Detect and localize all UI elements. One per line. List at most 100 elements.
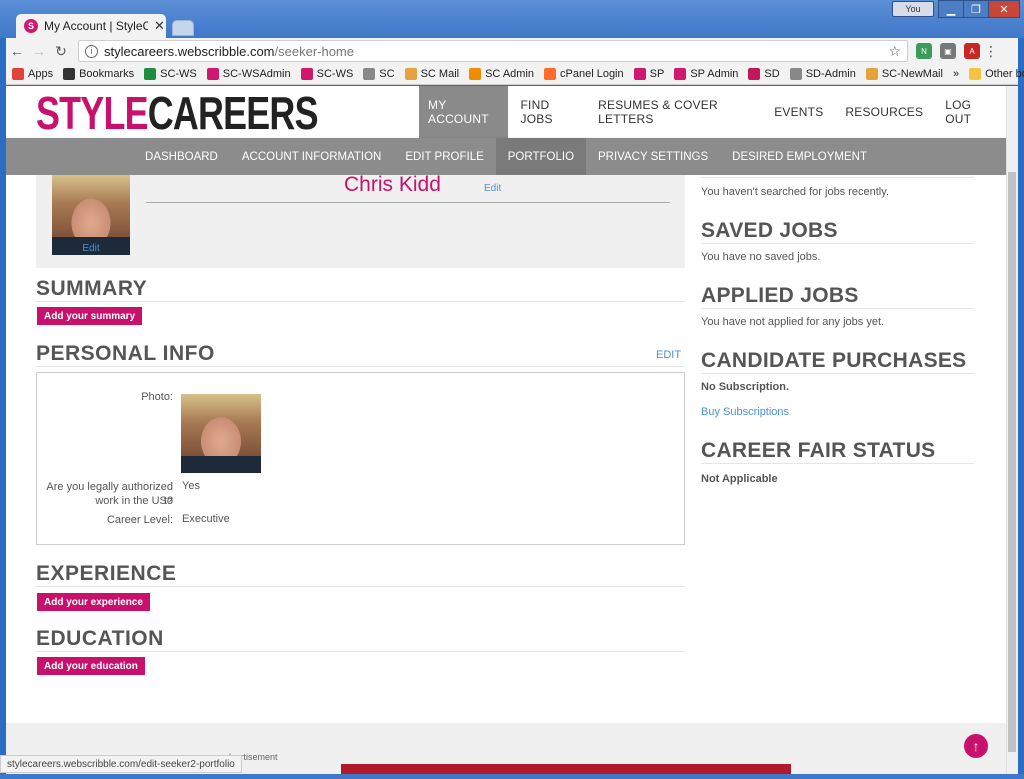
reload-icon[interactable]: ↻ bbox=[50, 43, 72, 60]
bookmark-label: SC-WSAdmin bbox=[222, 68, 291, 80]
bookmark-item[interactable]: SC-WSAdmin bbox=[206, 68, 291, 80]
career-level-label: Career Level: bbox=[106, 514, 173, 526]
candidate-purchases-heading: CANDIDATE PURCHASES bbox=[701, 349, 974, 374]
subnav-item[interactable]: PORTFOLIO bbox=[495, 138, 587, 175]
saved-jobs-heading: SAVED JOBS bbox=[701, 219, 974, 244]
subnav-item[interactable]: DESIRED EMPLOYMENT bbox=[720, 138, 879, 175]
back-arrow-icon[interactable]: ← bbox=[6, 43, 28, 59]
site-header: STYLECAREERS MY ACCOUNT FIND JOBS RESUMES … bbox=[6, 86, 1006, 138]
authorized-label-line2: work in the US? bbox=[95, 495, 173, 507]
personal-info-edit-link[interactable]: EDIT bbox=[656, 349, 681, 361]
bookmark-item[interactable]: SC Mail bbox=[404, 68, 460, 80]
minimize-button[interactable]: ▁ bbox=[938, 0, 964, 18]
education-heading: EDUCATION bbox=[36, 627, 685, 652]
advertisement-banner[interactable] bbox=[341, 764, 791, 774]
site-logo[interactable]: STYLECAREERS bbox=[36, 87, 319, 139]
scroll-to-top-icon[interactable]: ↑ bbox=[964, 734, 988, 758]
bookmark-item[interactable]: SC-NewMail bbox=[865, 68, 943, 80]
logo-part-style: STYLE bbox=[36, 87, 149, 139]
add-education-button[interactable]: Add your education bbox=[37, 657, 145, 675]
forward-arrow-icon[interactable]: → bbox=[28, 43, 50, 59]
info-icon[interactable]: i bbox=[85, 44, 98, 58]
tab-title: My Account | StyleCareer bbox=[44, 19, 148, 33]
bookmarks-overflow-icon[interactable]: » bbox=[953, 68, 959, 80]
extension-pdf-icon[interactable]: A bbox=[964, 43, 980, 59]
add-experience-button[interactable]: Add your experience bbox=[37, 593, 150, 611]
folder-icon bbox=[969, 68, 982, 80]
address-bar: ← → ↻ i stylecareers.webscribble.com/see… bbox=[6, 38, 1018, 64]
profile-badge[interactable]: You bbox=[892, 1, 934, 17]
photo-edit-link[interactable]: Edit bbox=[52, 243, 130, 254]
name-edit-link[interactable]: Edit bbox=[484, 183, 501, 194]
topnav-item[interactable]: FIND JOBS bbox=[512, 86, 586, 138]
sheet-icon bbox=[144, 68, 157, 80]
summary-heading: SUMMARY bbox=[36, 277, 685, 302]
bookmark-label: SP bbox=[649, 68, 665, 80]
subnav-item[interactable]: EDIT PROFILE bbox=[393, 138, 495, 175]
bookmark-item[interactable]: SP Admin bbox=[674, 68, 738, 80]
bookmark-item[interactable]: Bookmarks bbox=[63, 68, 134, 80]
bookmark-item[interactable]: SD-Admin bbox=[789, 68, 856, 80]
bookmark-star-icon[interactable]: ☆ bbox=[888, 43, 901, 60]
browser-menu-icon[interactable]: ⋮ bbox=[980, 43, 1002, 60]
personal-photo bbox=[181, 394, 261, 473]
maximize-button[interactable]: ❐ bbox=[963, 0, 989, 18]
close-window-button[interactable]: ✕ bbox=[988, 0, 1020, 18]
status-bar-url: stylecareers.webscribble.com/edit-seeker… bbox=[0, 755, 242, 773]
tab-close-icon[interactable]: ✕ bbox=[154, 18, 165, 34]
topnav-item[interactable]: RESUMES & COVER LETTERS bbox=[589, 86, 761, 138]
bookmark-item[interactable]: SC-WS bbox=[300, 68, 353, 80]
bookmark-label: SC-NewMail bbox=[881, 68, 943, 80]
title-bar: S My Account | StyleCareer ✕ You ▁ ❐ ✕ bbox=[0, 0, 1024, 38]
bookmark-item[interactable]: SC bbox=[363, 68, 395, 80]
subnav-item[interactable]: DASHBOARD bbox=[133, 138, 230, 175]
bookmark-item[interactable]: SP bbox=[633, 68, 665, 80]
recent-searches-text: You haven't searched for jobs recently. bbox=[701, 186, 889, 198]
bookmark-label: SP Admin bbox=[690, 68, 739, 80]
extension-new-icon[interactable]: N bbox=[916, 43, 932, 59]
page-icon bbox=[789, 68, 802, 80]
add-summary-button[interactable]: Add your summary bbox=[37, 307, 143, 325]
new-tab-button[interactable] bbox=[172, 20, 194, 36]
bookmark-label: SC Mail bbox=[420, 68, 460, 80]
topnav-item[interactable]: EVENTS bbox=[765, 86, 832, 138]
url-input[interactable]: i stylecareers.webscribble.com/seeker-ho… bbox=[78, 40, 908, 62]
mail-icon bbox=[865, 68, 878, 80]
topnav-item[interactable]: LOG OUT bbox=[936, 86, 1002, 138]
personal-info-heading: PERSONAL INFO bbox=[36, 342, 685, 367]
window-bottom-border bbox=[0, 774, 1024, 779]
applied-jobs-heading: APPLIED JOBS bbox=[701, 284, 974, 309]
bookmark-item[interactable]: cPanel Login bbox=[544, 68, 624, 80]
other-bookmarks-folder[interactable]: Other bookmarks bbox=[969, 68, 1024, 80]
name-divider bbox=[146, 202, 670, 203]
bookmark-item[interactable]: SD bbox=[748, 68, 780, 80]
bookmark-item[interactable]: SC Admin bbox=[469, 68, 534, 80]
topnav-item[interactable]: MY ACCOUNT bbox=[419, 86, 508, 138]
buy-subscriptions-link[interactable]: Buy Subscriptions bbox=[701, 406, 789, 418]
subnav-item[interactable]: ACCOUNT INFORMATION bbox=[230, 138, 394, 175]
photo-label: Photo: bbox=[141, 391, 173, 403]
subscription-status: No Subscription. bbox=[701, 381, 789, 393]
main-content: Edit Chris Kidd Edit SUMMARY Add your su… bbox=[6, 173, 1006, 723]
sp-logo-icon bbox=[674, 68, 687, 80]
sp-logo-icon bbox=[633, 68, 646, 80]
bookmark-item[interactable]: Apps bbox=[12, 68, 53, 80]
bookmark-item[interactable]: SC-WS bbox=[144, 68, 197, 80]
subnav-item[interactable]: PRIVACY SETTINGS bbox=[586, 138, 720, 175]
topnav-item[interactable]: RESOURCES bbox=[836, 86, 932, 138]
top-navigation: MY ACCOUNT FIND JOBS RESUMES & COVER LETTE… bbox=[419, 86, 1006, 138]
scrollbar-thumb[interactable] bbox=[1008, 172, 1016, 752]
profile-badge-label: You bbox=[905, 4, 921, 14]
page-icon bbox=[363, 68, 376, 80]
apps-grid-icon bbox=[12, 68, 24, 80]
authorized-value: Yes bbox=[182, 480, 200, 492]
career-fair-heading: CAREER FAIR STATUS bbox=[701, 439, 974, 464]
bookmark-label: SC bbox=[379, 68, 395, 80]
bookmark-label: SD-Admin bbox=[805, 68, 856, 80]
saved-jobs-text: You have no saved jobs. bbox=[701, 251, 821, 263]
extension-pocket-icon[interactable]: ▣ bbox=[940, 43, 956, 59]
personal-info-box: Photo: Are you legally authorized to wor… bbox=[36, 372, 685, 545]
bookmark-label: SD bbox=[764, 68, 780, 80]
bookmark-label: SC-WS bbox=[160, 68, 197, 80]
browser-tab[interactable]: S My Account | StyleCareer ✕ bbox=[16, 14, 166, 38]
